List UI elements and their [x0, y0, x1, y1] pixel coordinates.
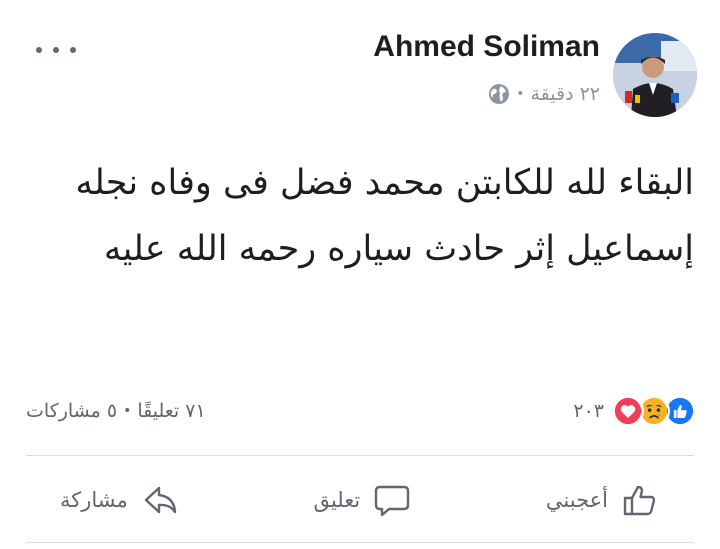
comment-bubble-icon — [372, 480, 412, 520]
comments-count[interactable]: ٧١ تعليقًا — [137, 400, 205, 422]
action-bar: أعجبني تعليق مشاركة — [26, 470, 694, 530]
comment-label: تعليق — [313, 488, 361, 512]
profile-photo — [613, 33, 697, 117]
love-icon — [612, 395, 644, 427]
globe-icon[interactable] — [488, 83, 510, 105]
author-name[interactable]: Ahmed Soliman — [373, 30, 600, 64]
dot-icon — [70, 47, 76, 53]
like-label: أعجبني — [545, 488, 608, 512]
divider — [26, 455, 694, 456]
divider — [26, 542, 694, 543]
engagement-stats: ٧١ تعليقًا • ٥ مشاركات — [26, 397, 206, 425]
dot-icon — [53, 47, 59, 53]
reactions-summary[interactable]: ٢٠٣ — [573, 395, 696, 427]
dot-icon — [36, 47, 42, 53]
like-button[interactable]: أعجبني — [512, 470, 694, 530]
share-arrow-icon — [140, 480, 180, 520]
reaction-count[interactable]: ٢٠٣ — [573, 400, 604, 422]
thumbs-up-icon — [620, 480, 660, 520]
separator-dot: • — [516, 86, 525, 102]
separator-dot: • — [123, 403, 132, 419]
comment-button[interactable]: تعليق — [279, 470, 446, 530]
more-options-button[interactable] — [36, 40, 76, 60]
shares-count[interactable]: ٥ مشاركات — [26, 400, 117, 422]
share-label: مشاركة — [60, 488, 128, 512]
post-text: البقاء لله للكابتن محمد فضل فى وفاه نجله… — [75, 163, 694, 269]
avatar[interactable] — [613, 33, 697, 117]
post-meta: ٢٢ دقيقة • — [488, 80, 600, 108]
post-time[interactable]: ٢٢ دقيقة — [530, 83, 600, 105]
share-button[interactable]: مشاركة — [26, 470, 214, 530]
